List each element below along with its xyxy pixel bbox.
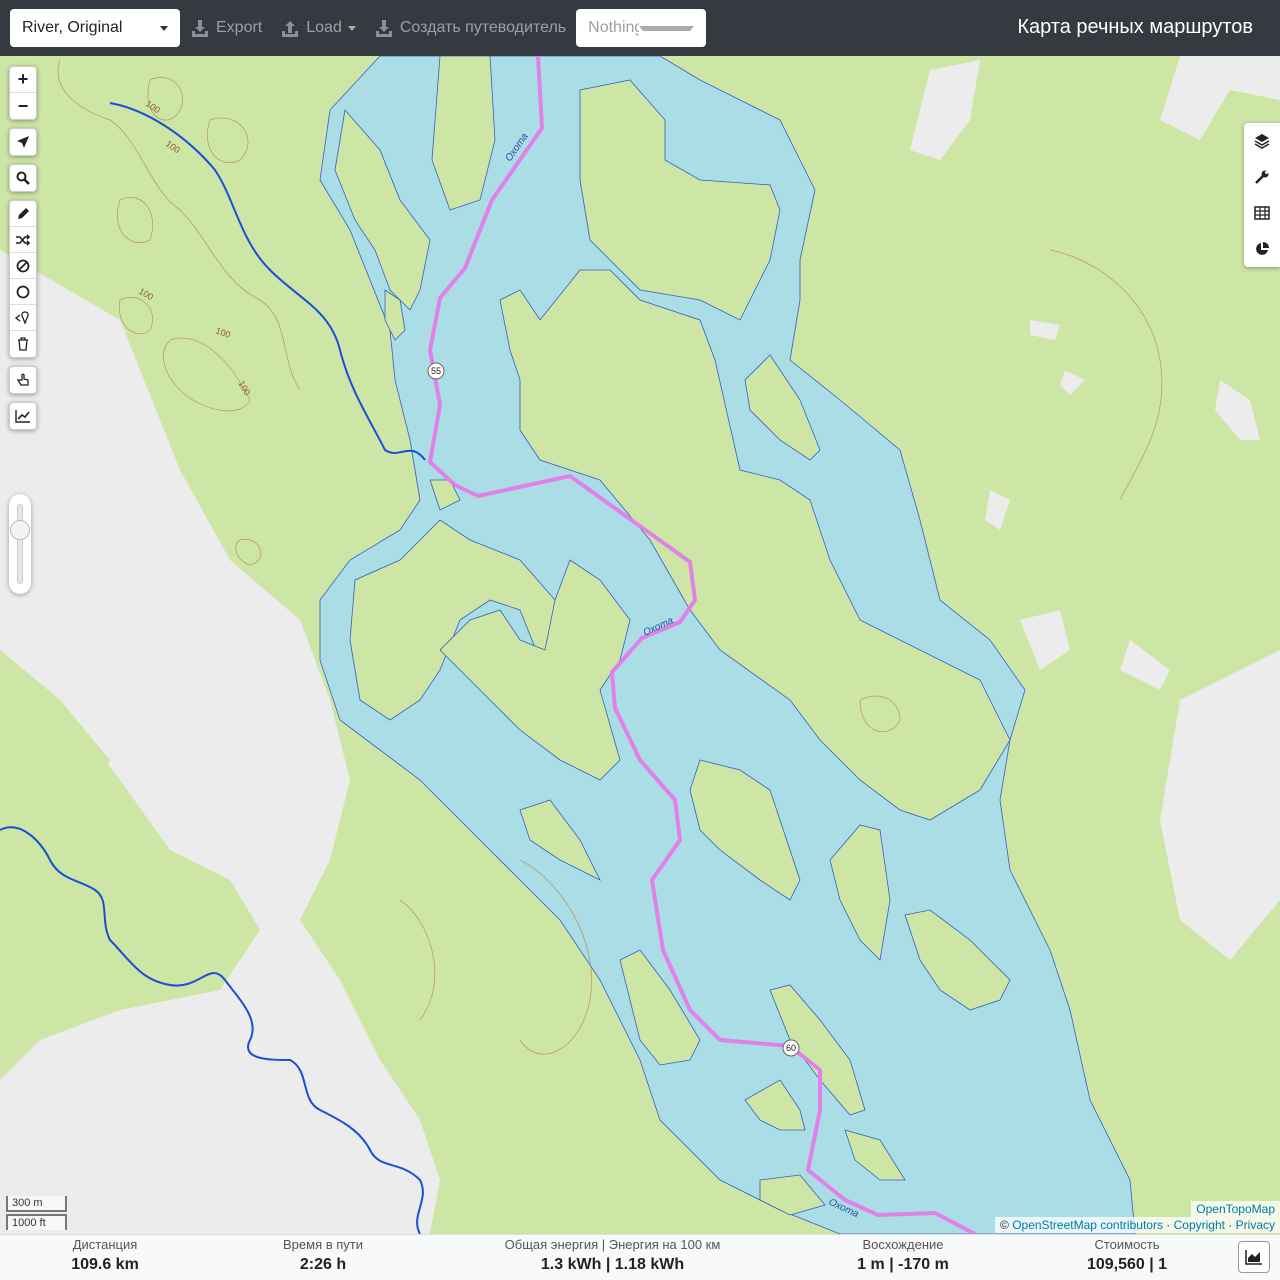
energy-stat: Общая энергия | Энергия на 100 км 1.3 kW… [490,1237,735,1274]
profile-select[interactable]: River, Original [10,9,180,47]
cost-stat: Стоимость 109,560 | 1 [1067,1237,1187,1274]
pointer-button[interactable] [10,367,36,393]
osm-link[interactable]: OpenStreetMap contributors [1012,1218,1163,1232]
shuffle-icon [16,233,30,246]
ascent-stat: Восхождение 1 m | -170 m [843,1237,963,1274]
edit-tools [9,200,37,358]
zoom-in-button[interactable]: + [10,67,36,93]
chevron-down-icon [639,25,695,31]
download-icon [375,20,392,37]
time-label: Время в пути [283,1237,363,1252]
search-button[interactable] [10,165,36,191]
area-chart-icon [1245,1250,1262,1265]
map-marker-icon [15,310,29,325]
pie-chart-icon [1256,242,1269,255]
pencil-icon [17,208,29,219]
profile-label: River, Original [22,19,123,36]
copyright-link[interactable]: Copyright [1174,1218,1225,1232]
km-marker-label: 55 [431,366,441,376]
chevron-down-icon [347,25,356,31]
wrench-icon [1255,170,1269,184]
selection-dropdown[interactable]: Nothing selected [576,9,707,47]
map-layer: 100 100 100 100 100 55 60 Охота Охота Ох… [0,56,1280,1234]
slider-track [17,504,23,584]
energy-label: Общая энергия | Энергия на 100 км [504,1237,721,1252]
table-tab[interactable] [1244,195,1280,231]
poi-button[interactable] [10,305,36,331]
top-toolbar: River, Original Export Load Создать путе… [0,0,1280,56]
layers-icon [1254,134,1270,149]
distance-value: 109.6 km [71,1256,139,1273]
hand-control [9,366,37,394]
download-icon [192,20,208,37]
map-canvas[interactable]: 100 100 100 100 100 55 60 Охота Охота Ох… [0,56,1280,1234]
hand-pointer-icon [16,373,29,386]
settings-tab[interactable] [1244,159,1280,195]
zoom-control: + − [9,66,37,120]
export-label: Export [216,19,263,36]
search-control [9,164,37,192]
distance-label: Дистанция [72,1237,138,1252]
privacy-link[interactable]: Privacy [1236,1218,1275,1232]
km-marker-55: 55 [427,362,445,380]
tile-attribution[interactable]: OpenTopoMap [1191,1201,1280,1217]
cost-value: 109,560 | 1 [1086,1256,1168,1273]
no-go-area-button[interactable] [10,253,36,279]
km-marker-label: 60 [786,1043,796,1053]
create-guide-label: Создать путеводитель [399,19,567,36]
route-statistics: Дистанция 109.6 km Время в пути 2:26 h О… [0,1234,1280,1280]
distance-stat: Дистанция 109.6 km [55,1237,155,1274]
copyright-symbol: © [1000,1218,1009,1232]
export-button[interactable]: Export [188,9,264,47]
ban-icon [16,259,30,272]
elevation-chart-button[interactable] [1238,1241,1270,1273]
statistics-tab[interactable] [1244,231,1280,267]
search-icon [16,171,30,185]
circle-icon [16,285,30,298]
chevron-down-icon [160,25,168,31]
time-stat: Время в пути 2:26 h [263,1237,383,1274]
cost-label: Стоимость [1094,1237,1160,1252]
map-attribution: © OpenStreetMap contributors · Copyright… [995,1217,1280,1233]
load-label: Load [306,19,342,36]
locate-control [9,128,37,156]
km-marker-60: 60 [782,1039,800,1057]
layers-tab[interactable] [1244,123,1280,159]
time-value: 2:26 h [299,1256,347,1273]
circle-area-button[interactable] [10,279,36,305]
location-arrow-icon [17,136,29,148]
delete-route-button[interactable] [10,331,36,357]
ascent-value: 1 m | -170 m [857,1256,949,1273]
upload-icon [282,21,299,37]
energy-value: 1.3 kWh | 1.18 kWh [540,1256,685,1273]
draw-route-button[interactable] [10,201,36,227]
elevation-button[interactable] [10,403,36,429]
zoom-out-button[interactable]: − [10,93,36,119]
line-chart-icon [15,410,30,423]
create-guide-button[interactable]: Создать путеводитель [372,9,568,47]
locate-button[interactable] [10,129,36,155]
selection-placeholder: Nothing selected [588,19,640,36]
elevation-control [9,402,37,430]
load-button[interactable]: Load [278,9,358,47]
reverse-route-button[interactable] [10,227,36,253]
slider-thumb[interactable] [10,520,30,540]
ascent-label: Восхождение [862,1237,944,1252]
trash-icon [18,337,28,351]
right-sidebar-tabs [1244,123,1280,267]
opacity-slider[interactable] [9,494,31,594]
scale-metric: 300 m [6,1196,67,1212]
table-icon [1254,206,1270,220]
app-title: Карта речных маршрутов [1017,16,1253,38]
scale-imperial: 1000 ft [6,1214,67,1230]
